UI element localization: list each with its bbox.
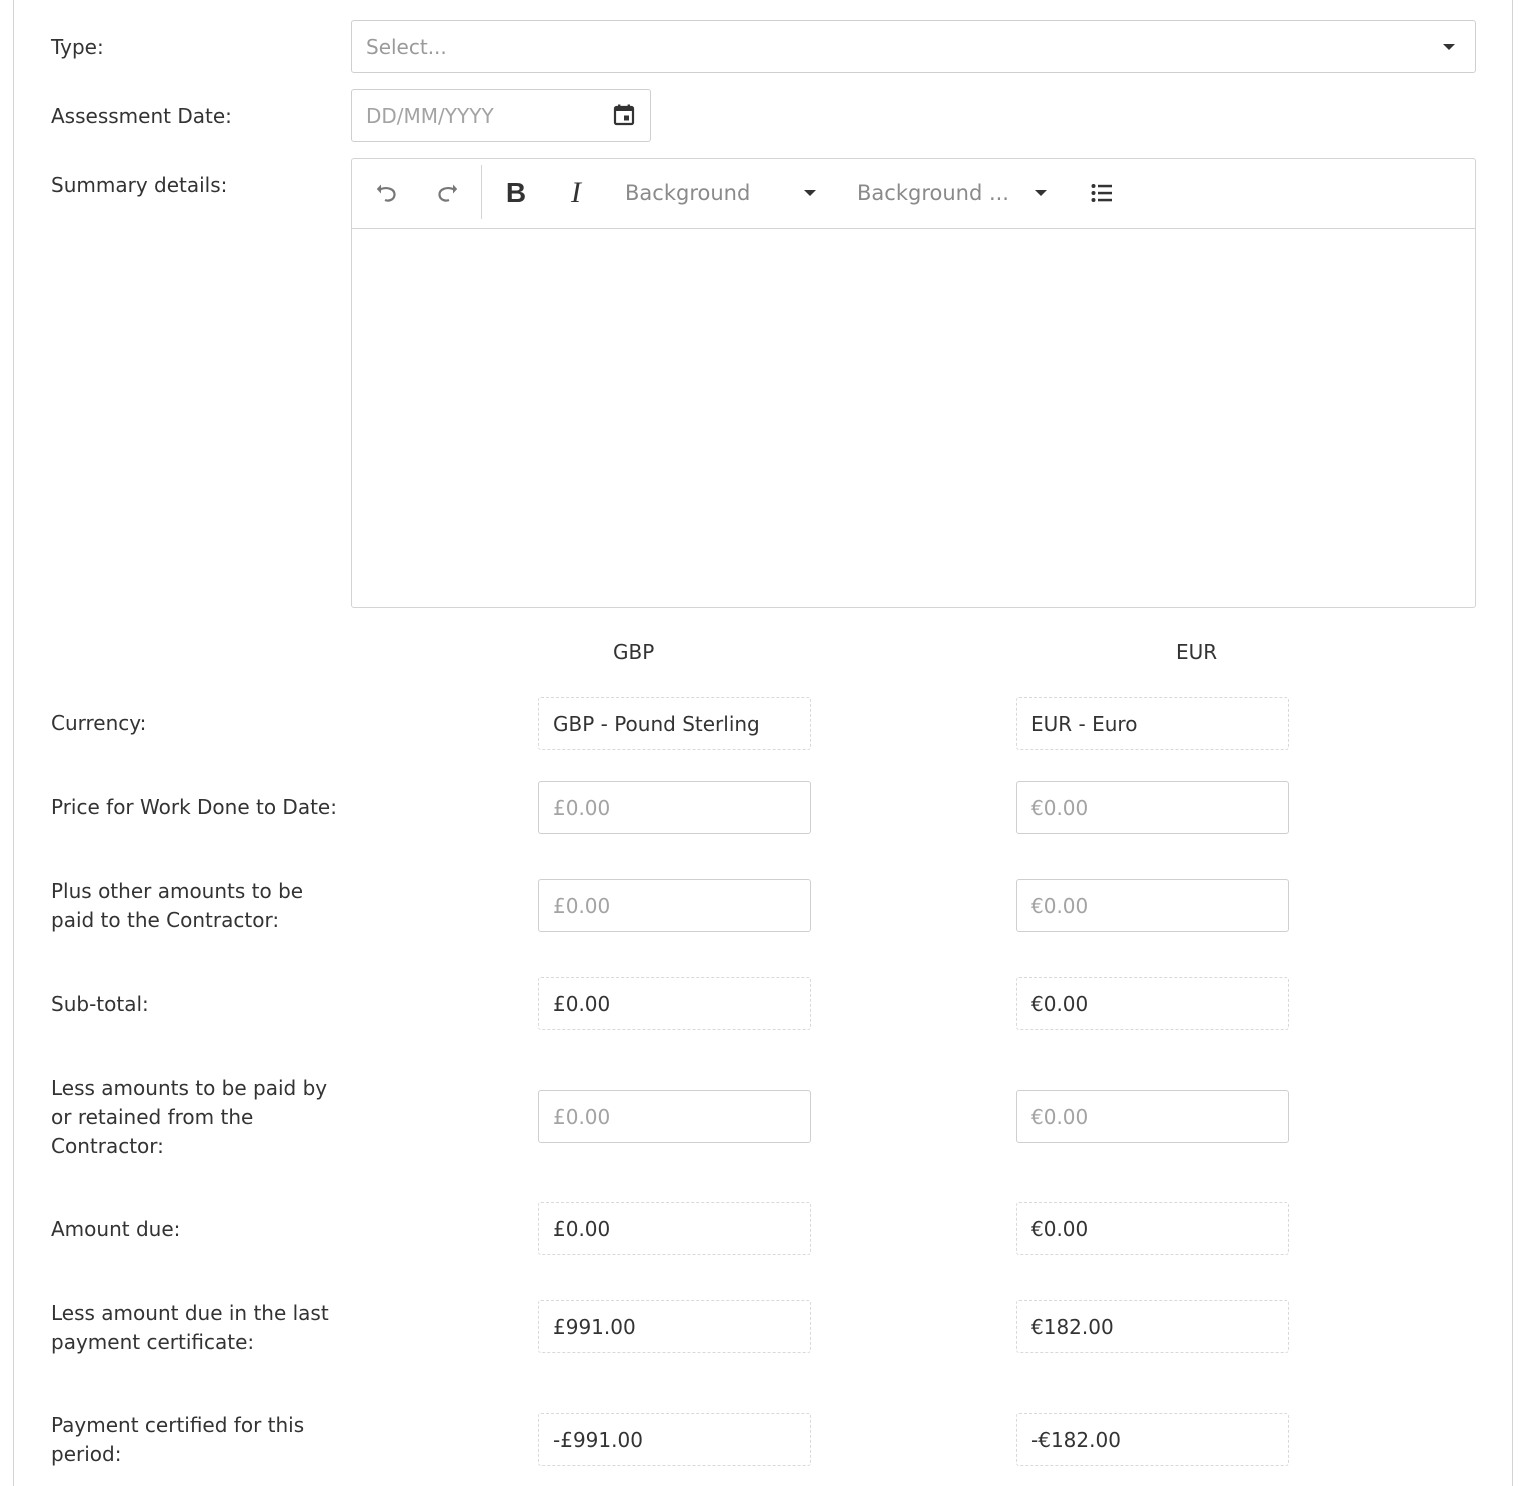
calendar-icon[interactable]	[612, 103, 636, 127]
assessment-date-label: Assessment Date:	[51, 104, 232, 128]
chevron-down-icon	[1443, 44, 1455, 50]
less-amounts-label-line3: Contractor:	[51, 1134, 164, 1158]
bold-icon[interactable]: B	[492, 169, 540, 217]
plus-other-label: Plus other amounts to be paid to the Con…	[51, 877, 303, 935]
gbp-less-amounts-input[interactable]: £0.00	[538, 1090, 811, 1143]
subtotal-label: Sub-total:	[51, 992, 149, 1016]
less-amounts-label-line1: Less amounts to be paid by	[51, 1076, 328, 1100]
type-select[interactable]: Select...	[351, 20, 1476, 73]
less-last-label: Less amount due in the last payment cert…	[51, 1299, 329, 1357]
less-last-label-line2: payment certificate:	[51, 1330, 255, 1354]
less-amounts-label: Less amounts to be paid by or retained f…	[51, 1074, 327, 1161]
eur-price-work-done-input[interactable]: €0.00	[1016, 781, 1289, 834]
type-label: Type:	[51, 35, 104, 59]
gbp-amount-due-field: £0.00	[538, 1202, 811, 1255]
editor-content-area[interactable]	[352, 229, 1475, 607]
less-amounts-label-line2: or retained from the	[51, 1105, 254, 1129]
gbp-payment-certified-field: -£991.00	[538, 1413, 811, 1466]
gbp-subtotal-field: £0.00	[538, 977, 811, 1030]
rich-text-editor: B I Background Background ...	[351, 158, 1476, 608]
less-last-label-line1: Less amount due in the last	[51, 1301, 329, 1325]
gbp-less-last-field: £991.00	[538, 1300, 811, 1353]
gbp-price-work-done-input[interactable]: £0.00	[538, 781, 811, 834]
currency-label: Currency:	[51, 711, 147, 735]
gbp-column-header: GBP	[613, 640, 655, 664]
plus-other-label-line2: paid to the Contractor:	[51, 908, 280, 932]
eur-column-header: EUR	[1176, 640, 1218, 664]
background-dropdown-label: Background	[625, 181, 751, 205]
payment-certified-label-line1: Payment certified for this	[51, 1413, 305, 1437]
eur-subtotal-field: €0.00	[1016, 977, 1289, 1030]
eur-plus-other-input[interactable]: €0.00	[1016, 879, 1289, 932]
gbp-currency-field: GBP - Pound Sterling	[538, 697, 811, 750]
assessment-date-input[interactable]: DD/MM/YYYY	[351, 89, 651, 142]
background-dropdown-2-label: Background ...	[857, 181, 1009, 205]
background-dropdown-2[interactable]: Background ...	[846, 169, 1056, 217]
bulleted-list-icon[interactable]	[1078, 169, 1126, 217]
undo-icon[interactable]	[362, 169, 412, 217]
eur-payment-certified-field: -€182.00	[1016, 1413, 1289, 1466]
toolbar-separator	[481, 165, 482, 219]
type-select-placeholder: Select...	[366, 34, 447, 59]
assessment-date-placeholder: DD/MM/YYYY	[366, 103, 494, 128]
eur-less-last-field: €182.00	[1016, 1300, 1289, 1353]
italic-icon[interactable]: I	[552, 169, 600, 217]
plus-other-label-line1: Plus other amounts to be	[51, 879, 304, 903]
chevron-down-icon	[804, 190, 816, 196]
redo-icon[interactable]	[422, 169, 472, 217]
eur-less-amounts-input[interactable]: €0.00	[1016, 1090, 1289, 1143]
eur-amount-due-field: €0.00	[1016, 1202, 1289, 1255]
amount-due-label: Amount due:	[51, 1217, 181, 1241]
payment-certified-label-line2: period:	[51, 1442, 122, 1466]
payment-certified-label: Payment certified for this period:	[51, 1411, 304, 1469]
editor-toolbar: B I Background Background ...	[352, 159, 1475, 229]
price-work-done-label: Price for Work Done to Date:	[51, 795, 337, 819]
summary-details-label: Summary details:	[51, 173, 228, 197]
gbp-plus-other-input[interactable]: £0.00	[538, 879, 811, 932]
eur-currency-field: EUR - Euro	[1016, 697, 1289, 750]
background-color-dropdown[interactable]: Background	[614, 169, 824, 217]
chevron-down-icon	[1035, 190, 1047, 196]
